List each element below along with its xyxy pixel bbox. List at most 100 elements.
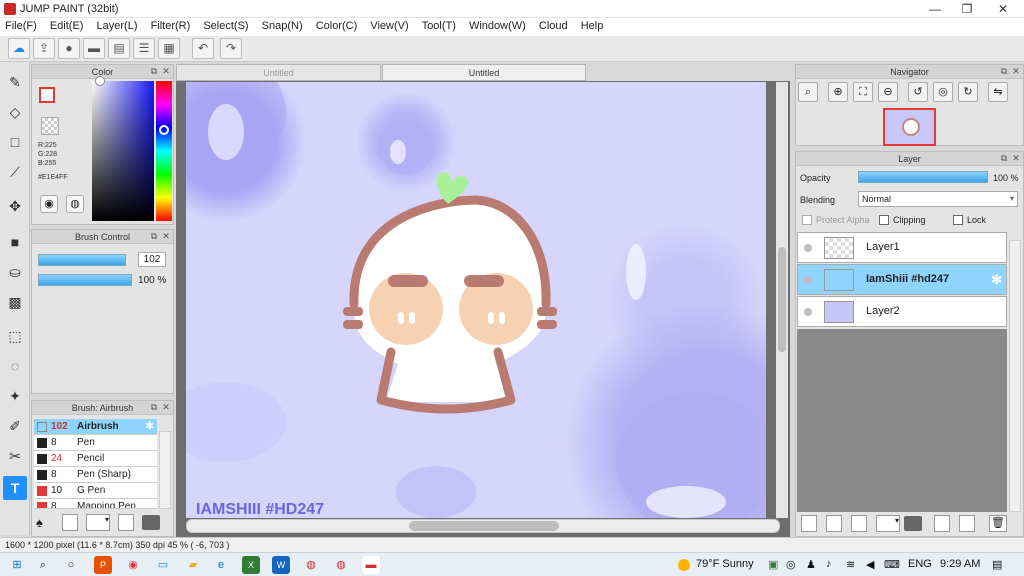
powerpoint-app-icon[interactable]: P bbox=[94, 556, 112, 574]
menu-help[interactable]: Help bbox=[576, 18, 609, 34]
brush-item[interactable]: 102 Airbrush ✻ bbox=[34, 419, 157, 435]
brush-size-slider[interactable] bbox=[38, 254, 126, 266]
windows-start-icon[interactable]: ⊞ bbox=[8, 556, 26, 574]
edge-browser-icon[interactable]: e bbox=[212, 556, 230, 574]
panel-close-icon[interactable]: ✕ bbox=[1011, 66, 1021, 76]
menu-cloud[interactable]: Cloud bbox=[534, 18, 573, 34]
volume-icon[interactable]: ◀ bbox=[866, 558, 874, 571]
brush-item[interactable]: 8 Pen bbox=[34, 435, 157, 451]
merge-layer-icon[interactable] bbox=[959, 515, 975, 532]
menu-filter[interactable]: Filter(R) bbox=[146, 18, 196, 34]
reset-view-icon[interactable]: ◎ bbox=[933, 82, 953, 102]
flip-icon[interactable]: ⇋ bbox=[988, 82, 1008, 102]
fit-window-icon[interactable]: ⛶ bbox=[853, 82, 873, 102]
tray-app-icon[interactable]: ♟ bbox=[806, 558, 816, 571]
saturation-value-picker[interactable] bbox=[92, 81, 154, 221]
panel-close-icon[interactable]: ✕ bbox=[161, 231, 171, 241]
panel-close-icon[interactable]: ✕ bbox=[1011, 153, 1021, 163]
app-icon[interactable]: ◉ bbox=[124, 556, 142, 574]
brush-list-scrollbar[interactable] bbox=[159, 431, 171, 509]
select-pen-tool-icon[interactable]: ✐ bbox=[3, 414, 27, 438]
zoom-fit-icon[interactable]: ⌕ bbox=[798, 82, 818, 102]
new-layer-8bit-icon[interactable] bbox=[826, 515, 842, 532]
comment-icon[interactable]: ● bbox=[58, 38, 80, 59]
layer-row[interactable]: IamShiii #hd247 ✻ bbox=[797, 264, 1007, 295]
blending-select[interactable]: Normal ▾ bbox=[858, 191, 1018, 207]
menu-snap[interactable]: Snap(N) bbox=[257, 18, 308, 34]
tray-app-icon[interactable]: ♪ bbox=[826, 558, 832, 570]
text-tool-icon[interactable]: T bbox=[3, 476, 27, 500]
select-tool-icon[interactable]: ⬚ bbox=[3, 324, 27, 348]
panel-close-icon[interactable]: ✕ bbox=[161, 402, 171, 412]
canvas-horizontal-scrollbar[interactable] bbox=[186, 519, 780, 533]
brush-item[interactable]: 10 G Pen bbox=[34, 483, 157, 499]
wifi-icon[interactable]: ≋ bbox=[846, 558, 855, 571]
palette-icon[interactable]: ◉ bbox=[40, 195, 58, 213]
tray-app-icon[interactable]: ▣ bbox=[768, 558, 778, 571]
color-picker-marker[interactable] bbox=[95, 76, 105, 86]
menu-window[interactable]: Window(W) bbox=[464, 18, 531, 34]
minimize-button[interactable]: — bbox=[920, 1, 950, 17]
bucket-tool-icon[interactable]: ⛀ bbox=[3, 260, 27, 284]
layer-row[interactable]: Layer1 bbox=[797, 232, 1007, 263]
float-icon[interactable]: ⧉ bbox=[149, 402, 159, 412]
monitor-app-icon[interactable]: ▭ bbox=[154, 556, 172, 574]
brush-tool-icon[interactable]: ✎ bbox=[3, 70, 27, 94]
main-color-swatch[interactable] bbox=[39, 87, 55, 103]
new-layer-icon[interactable] bbox=[801, 515, 817, 532]
clock-time[interactable]: 9:29 AM bbox=[940, 558, 980, 570]
eraser-tool-icon[interactable]: ◇ bbox=[3, 100, 27, 124]
palette-edit-icon[interactable]: ◍ bbox=[66, 195, 84, 213]
navigator-thumbnail[interactable] bbox=[883, 108, 936, 146]
layer-row[interactable]: Layer2 bbox=[797, 296, 1007, 327]
notification-icon[interactable]: ▤ bbox=[992, 558, 1002, 571]
task-view-icon[interactable]: ○ bbox=[62, 556, 80, 574]
float-icon[interactable]: ⧉ bbox=[149, 231, 159, 241]
float-icon[interactable]: ⧉ bbox=[999, 153, 1009, 163]
layer-menu-icon[interactable]: ▾ bbox=[876, 515, 900, 532]
menu-layer[interactable]: Layer(L) bbox=[92, 18, 143, 34]
canvas-vertical-scrollbar[interactable] bbox=[776, 82, 788, 518]
tab-untitled-2[interactable]: Untitled bbox=[382, 64, 586, 81]
duplicate-layer-icon[interactable] bbox=[934, 515, 950, 532]
keyboard-icon[interactable]: ⌨ bbox=[884, 558, 900, 571]
fill-rect-tool-icon[interactable]: ■ bbox=[3, 230, 27, 254]
weather-text[interactable]: 79°F Sunny bbox=[696, 558, 754, 570]
copy-brush-icon[interactable] bbox=[118, 514, 134, 531]
rotate-left-icon[interactable]: ↺ bbox=[908, 82, 928, 102]
chat-icon[interactable]: ▬ bbox=[83, 38, 105, 59]
brush-size-value[interactable]: 102 bbox=[138, 252, 166, 267]
hue-slider[interactable] bbox=[156, 81, 172, 221]
zoom-out-icon[interactable]: ⊖ bbox=[878, 82, 898, 102]
brush-item[interactable]: 8 Pen (Sharp) bbox=[34, 467, 157, 483]
zoom-in-icon[interactable]: ⊕ bbox=[828, 82, 848, 102]
close-button[interactable]: ✕ bbox=[988, 1, 1018, 17]
rectangle-tool-icon[interactable]: □ bbox=[3, 130, 27, 154]
add-brush-icon[interactable]: ♠ bbox=[36, 515, 43, 530]
list-icon[interactable]: ☰ bbox=[133, 38, 155, 59]
tab-untitled-1[interactable]: Untitled bbox=[176, 64, 381, 81]
rotate-right-icon[interactable]: ↻ bbox=[958, 82, 978, 102]
menu-file[interactable]: File(F) bbox=[0, 18, 42, 34]
language-indicator[interactable]: ENG bbox=[908, 558, 932, 570]
layer-list-scrollbar[interactable] bbox=[1009, 240, 1021, 512]
folder-icon[interactable] bbox=[142, 515, 160, 530]
transparent-color-swatch[interactable] bbox=[41, 117, 59, 135]
chrome-browser-icon[interactable]: ◍ bbox=[302, 556, 320, 574]
magic-wand-tool-icon[interactable]: ✦ bbox=[3, 384, 27, 408]
chrome-browser-icon[interactable]: ◍ bbox=[332, 556, 350, 574]
grid-icon[interactable]: ▦ bbox=[158, 38, 180, 59]
gradient-tool-icon[interactable]: ▩ bbox=[3, 290, 27, 314]
float-icon[interactable]: ⧉ bbox=[149, 66, 159, 76]
search-icon[interactable]: ⌕ bbox=[34, 556, 52, 574]
select-eraser-tool-icon[interactable]: ✂ bbox=[3, 444, 27, 468]
new-layer-1bit-icon[interactable] bbox=[851, 515, 867, 532]
brush-opacity-slider[interactable] bbox=[38, 274, 132, 286]
clipping-checkbox[interactable] bbox=[879, 215, 889, 225]
visibility-icon[interactable] bbox=[804, 244, 812, 252]
delete-layer-icon[interactable]: 🗑 bbox=[989, 515, 1007, 532]
document-icon[interactable]: ▤ bbox=[108, 38, 130, 59]
new-brush-icon[interactable] bbox=[62, 514, 78, 531]
layer-opacity-slider[interactable] bbox=[858, 171, 988, 183]
undo-icon[interactable]: ↶ bbox=[192, 38, 214, 59]
